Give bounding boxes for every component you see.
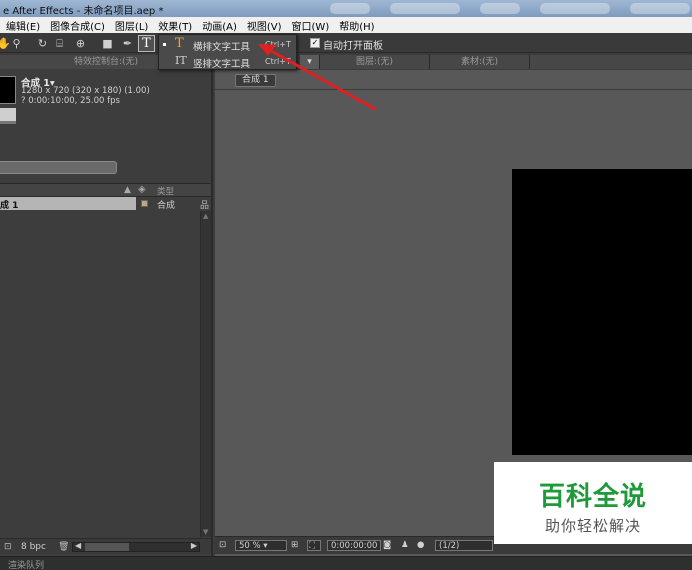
current-time-display[interactable]: 0:00:00:00 [327, 540, 382, 551]
project-vertical-scrollbar[interactable]: ▲ ▼ [200, 211, 211, 537]
rectangle-mask-tool-icon[interactable]: ■ [101, 37, 114, 50]
region-of-interest-icon[interactable]: ⛶ [307, 540, 321, 551]
sort-up-icon[interactable]: ▲ [124, 185, 131, 195]
viewer-divider [215, 89, 692, 90]
selected-bullet-icon [163, 43, 166, 46]
watermark-logo: 百科全说 助你轻松解决 [494, 462, 692, 544]
footage-tab[interactable]: 素材:(无) [430, 55, 530, 69]
render-queue-tab[interactable]: 渲染队列 [8, 558, 44, 570]
render-queue-panel: 渲染队列 [0, 556, 692, 570]
camera-tool-icon[interactable]: ⌸ [53, 37, 66, 50]
window-title: e After Effects - 未命名项目.aep * [3, 6, 164, 17]
layer-tab[interactable]: 图层:(无) [320, 55, 430, 69]
auto-open-panels-label: 自动打开面板 [323, 41, 383, 52]
panel-header-filler [530, 55, 692, 69]
scroll-right-icon[interactable]: ▶ [191, 541, 197, 550]
menu-effect[interactable]: 效果(T) [154, 18, 198, 33]
menu-animation[interactable]: 动画(A) [198, 18, 243, 33]
snapshot-icon[interactable]: ◙ [383, 540, 391, 551]
bit-depth-button[interactable]: 8 bpc [21, 542, 46, 552]
composition-breadcrumb-tab[interactable]: 合成 1 [235, 74, 276, 87]
horizontal-type-icon: T [175, 36, 184, 51]
auto-open-panels-checkbox[interactable]: ✓ [310, 38, 320, 48]
horizontal-type-tool-item[interactable]: T 横排文字工具 Ctrl+T [159, 36, 296, 53]
project-item-name: 成 1 [0, 201, 19, 211]
menu-view[interactable]: 视图(V) [243, 18, 288, 33]
scroll-left-icon[interactable]: ◀ [75, 541, 81, 550]
type-column-header[interactable]: 类型 [157, 185, 174, 197]
composition-dropdown-icon[interactable]: ▾ [300, 55, 320, 69]
scroll-down-icon[interactable]: ▼ [203, 528, 208, 536]
project-bottom-bar: ⊡ 8 bpc 🗑 ◀ ▶ [0, 538, 211, 554]
trash-icon[interactable]: 🗑 [58, 542, 69, 552]
show-snapshot-icon[interactable]: ♟ [401, 540, 409, 551]
tools-panel: ✋ ⚲ ↻ ⌸ ⊕ ■ ✒ T ✓ 自动打开面板 [0, 33, 692, 53]
menu-composition[interactable]: 图像合成(C) [46, 18, 111, 33]
color-channel-icon[interactable]: ● [417, 540, 424, 551]
zoom-tool-icon[interactable]: ⚲ [10, 37, 23, 50]
interpret-footage-icon[interactable]: ⊡ [4, 542, 12, 552]
composition-canvas[interactable] [512, 169, 692, 455]
text-tool-button[interactable]: T [138, 35, 155, 52]
text-tool-flyout: T 横排文字工具 Ctrl+T IT 竖排文字工具 Ctrl+T [158, 34, 297, 70]
flowchart-icon[interactable]: 品 [200, 198, 209, 211]
project-item-type-cell: 合成 [136, 197, 198, 211]
rotate-tool-icon[interactable]: ↻ [36, 37, 49, 50]
scroll-thumb[interactable] [85, 543, 129, 551]
title-bar: e After Effects - 未命名项目.aep * [0, 0, 692, 17]
blurred-title-area [330, 3, 370, 14]
pen-tool-icon[interactable]: ✒ [121, 37, 134, 50]
project-horizontal-scrollbar[interactable]: ◀ ▶ [72, 541, 200, 552]
project-column-header: ▲ ◈ 类型 [0, 183, 211, 197]
watermark-title: 百科全说 [538, 482, 647, 512]
project-item-row[interactable]: 成 1 合成 [0, 197, 198, 211]
project-item-type: 合成 [157, 201, 176, 211]
composition-thumbnail [0, 76, 16, 104]
label-tag-icon[interactable]: ◈ [138, 184, 146, 195]
blurred-title-area [630, 3, 690, 14]
always-preview-icon[interactable]: ⊡ [219, 540, 226, 551]
menu-window[interactable]: 窗口(W) [288, 18, 336, 33]
project-search-input[interactable] [0, 161, 117, 174]
thumbnail-preview [0, 108, 16, 124]
blurred-title-area [390, 3, 460, 14]
project-panel: 合成 1▾ 1280 x 720 (320 x 180) (1.00) ? 0:… [0, 70, 213, 556]
blurred-title-area [540, 3, 610, 14]
vertical-type-tool-item[interactable]: IT 竖排文字工具 Ctrl+T [159, 53, 296, 70]
label-color-swatch[interactable] [141, 200, 148, 207]
safe-margins-icon[interactable]: ⊞ [291, 540, 298, 551]
menu-layer[interactable]: 图层(L) [111, 18, 154, 33]
hand-tool-icon[interactable]: ✋ [0, 37, 11, 50]
vertical-type-icon: IT [175, 54, 187, 67]
comp-duration-info: ? 0:00:10:00, 25.00 fps [21, 96, 120, 106]
scroll-up-icon[interactable]: ▲ [203, 212, 208, 220]
resolution-dropdown[interactable]: (1/2) [435, 540, 493, 551]
menu-bar: 编辑(E) 图像合成(C) 图层(L) 效果(T) 动画(A) 视图(V) 窗口… [0, 17, 692, 33]
pan-behind-tool-icon[interactable]: ⊕ [74, 37, 87, 50]
menu-edit[interactable]: 编辑(E) [2, 18, 46, 33]
comp-size-info: 1280 x 720 (320 x 180) (1.00) [21, 86, 150, 96]
watermark-subtitle: 助你轻松解决 [544, 517, 641, 535]
menu-help[interactable]: 帮助(H) [335, 18, 380, 33]
blurred-title-area [480, 3, 520, 14]
magnification-dropdown[interactable]: 50 % ▾ [235, 540, 287, 551]
